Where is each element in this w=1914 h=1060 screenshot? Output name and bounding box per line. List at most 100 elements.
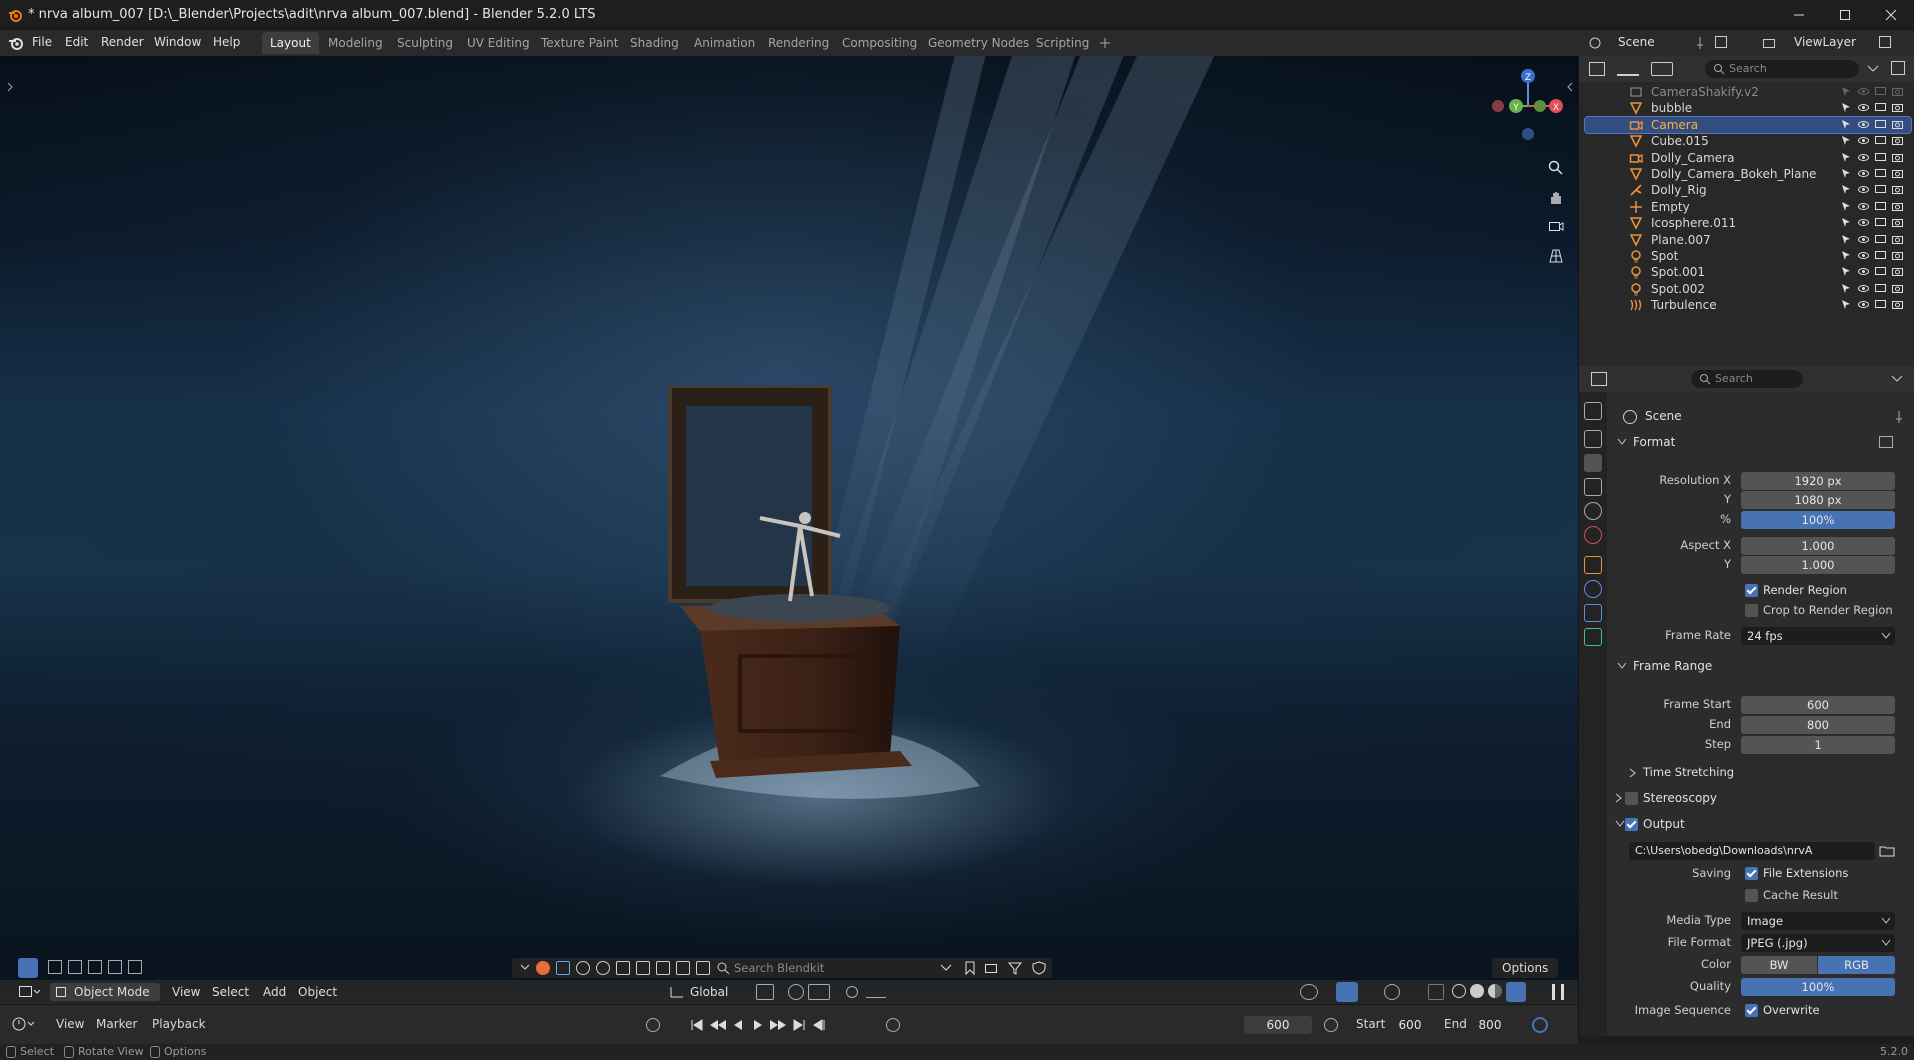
add-workspace-icon[interactable]	[1098, 36, 1112, 50]
eye-icon[interactable]	[1858, 184, 1869, 195]
outliner-item[interactable]: Turbulence	[1585, 297, 1911, 313]
resolution-y-field[interactable]: 1080 px	[1741, 491, 1895, 509]
tab-scripting[interactable]: Scripting	[1028, 32, 1097, 54]
blendkit-validation-icon[interactable]	[1032, 961, 1046, 975]
monitor-icon[interactable]	[1875, 102, 1886, 113]
transform-orientation-select[interactable]: Global	[690, 983, 750, 1001]
tab-animation[interactable]: Animation	[686, 32, 763, 54]
current-frame-field[interactable]: 600	[1244, 1016, 1312, 1034]
blendkit-asset-bar-icon[interactable]	[984, 961, 998, 975]
render-camera-icon[interactable]	[1892, 299, 1903, 310]
tab-texture-paint[interactable]: Texture Paint	[533, 32, 626, 54]
folder-browse-icon[interactable]	[1879, 843, 1895, 859]
preview-range-clock-icon[interactable]	[1324, 1018, 1338, 1032]
tab-constraints-icon[interactable]	[1584, 604, 1602, 622]
render-camera-icon[interactable]	[1892, 86, 1903, 97]
aspect-x-field[interactable]: 1.000	[1741, 537, 1895, 555]
monitor-icon[interactable]	[1875, 217, 1886, 228]
viewport-menu-select[interactable]: Select	[212, 983, 249, 1001]
blendkit-materials-icon[interactable]	[576, 961, 590, 975]
outliner-search-input[interactable]: Search	[1705, 60, 1859, 78]
camera-view-icon[interactable]	[1548, 218, 1564, 234]
outliner-item[interactable]: Spot.001	[1585, 264, 1911, 280]
overlays-icon[interactable]	[1384, 984, 1400, 1000]
media-type-select[interactable]: Image	[1741, 912, 1895, 930]
gizmo-toggle-icon[interactable]	[1336, 982, 1358, 1002]
resolution-x-field[interactable]: 1920 px	[1741, 472, 1895, 490]
eye-icon[interactable]	[1858, 201, 1869, 212]
monitor-icon[interactable]	[1875, 119, 1886, 130]
display-mode-icon[interactable]	[1617, 62, 1639, 76]
crop-render-region-checkbox[interactable]	[1745, 604, 1758, 617]
menu-edit[interactable]: Edit	[65, 35, 88, 49]
time-stretching-panel-header[interactable]: Time Stretching	[1625, 760, 1905, 784]
eye-icon[interactable]	[1858, 250, 1869, 261]
blendkit-addons-icon[interactable]	[696, 961, 710, 975]
output-checkbox[interactable]	[1625, 818, 1638, 831]
filter-view-icon[interactable]	[1651, 62, 1673, 76]
select-box-tool-icon[interactable]	[18, 958, 38, 978]
monitor-icon[interactable]	[1875, 250, 1886, 261]
select-invert-icon[interactable]	[108, 960, 122, 974]
monitor-icon[interactable]	[1875, 283, 1886, 294]
timeline-menu-marker[interactable]: Marker	[96, 1017, 137, 1031]
outliner-item[interactable]: Icosphere.011	[1585, 215, 1911, 231]
frame-end-field[interactable]: 800	[1741, 716, 1895, 734]
tab-shading[interactable]: Shading	[622, 32, 687, 54]
outliner-item[interactable]: Empty	[1585, 199, 1911, 215]
outliner-filter-icon[interactable]	[1867, 64, 1879, 74]
scene-name[interactable]: Scene	[1618, 35, 1655, 49]
tab-uv-editing[interactable]: UV Editing	[459, 32, 538, 54]
perspective-grid-icon[interactable]	[1548, 248, 1564, 264]
color-bw-button[interactable]: BW	[1741, 956, 1817, 974]
jump-to-end-icon[interactable]	[794, 1018, 808, 1032]
shading-wireframe-icon[interactable]	[1452, 984, 1466, 998]
render-region-checkbox[interactable]	[1745, 584, 1758, 597]
tab-tool-icon[interactable]	[1584, 402, 1602, 420]
tab-object-icon[interactable]	[1584, 556, 1602, 574]
blendkit-bookmark-icon[interactable]	[964, 961, 976, 975]
stereoscopy-checkbox[interactable]	[1625, 792, 1638, 805]
monitor-icon[interactable]	[1875, 184, 1886, 195]
select-intersect-icon[interactable]	[128, 960, 142, 974]
pause-render-icon[interactable]	[1552, 984, 1564, 1000]
selectable-arrow-icon[interactable]	[1841, 168, 1852, 179]
editor-type-icon[interactable]	[18, 984, 40, 1000]
tab-layout[interactable]: Layout	[262, 32, 319, 54]
render-camera-icon[interactable]	[1892, 283, 1903, 294]
monitor-icon[interactable]	[1875, 201, 1886, 212]
tab-render-icon[interactable]	[1584, 430, 1602, 448]
tab-rendering[interactable]: Rendering	[760, 32, 837, 54]
aspect-y-field[interactable]: 1.000	[1741, 556, 1895, 574]
maximize-button[interactable]	[1822, 0, 1868, 30]
blendkit-chevron-icon[interactable]	[520, 962, 530, 972]
outliner-item[interactable]: CameraShakify.v2	[1585, 84, 1911, 100]
blendkit-search-input[interactable]: Search Blendkit	[734, 960, 934, 976]
selectable-arrow-icon[interactable]	[1841, 234, 1852, 245]
cache-result-checkbox[interactable]	[1745, 889, 1758, 902]
tab-world-icon[interactable]	[1584, 526, 1602, 544]
tab-data-icon[interactable]	[1584, 628, 1602, 646]
tab-geometry-nodes[interactable]: Geometry Nodes	[920, 32, 1037, 54]
render-camera-icon[interactable]	[1892, 102, 1903, 113]
selectable-arrow-icon[interactable]	[1841, 250, 1852, 261]
properties-search-input[interactable]: Search	[1691, 370, 1803, 388]
quality-slider[interactable]: 100%	[1741, 978, 1895, 996]
tab-modeling[interactable]: Modeling	[320, 32, 391, 54]
monitor-icon[interactable]	[1875, 152, 1886, 163]
record-toggle-icon[interactable]	[646, 1018, 660, 1032]
eye-icon[interactable]	[1858, 217, 1869, 228]
format-panel-header[interactable]: Format	[1611, 430, 1911, 454]
properties-options-icon[interactable]	[1891, 374, 1903, 384]
selectable-arrow-icon[interactable]	[1841, 119, 1852, 130]
blender-menu-icon[interactable]	[8, 35, 24, 51]
shading-solid-icon[interactable]	[1470, 984, 1484, 998]
timeline-menu-view[interactable]: View	[56, 1017, 84, 1031]
viewport-menu-add[interactable]: Add	[263, 983, 286, 1001]
file-extensions-checkbox[interactable]	[1745, 867, 1758, 880]
shading-rendered-icon[interactable]	[1506, 982, 1526, 1002]
shading-material-icon[interactable]	[1488, 984, 1502, 998]
pivot-point-icon[interactable]	[756, 984, 774, 1000]
overwrite-checkbox[interactable]	[1745, 1004, 1758, 1017]
outliner-editor-type-icon[interactable]	[1589, 62, 1605, 76]
